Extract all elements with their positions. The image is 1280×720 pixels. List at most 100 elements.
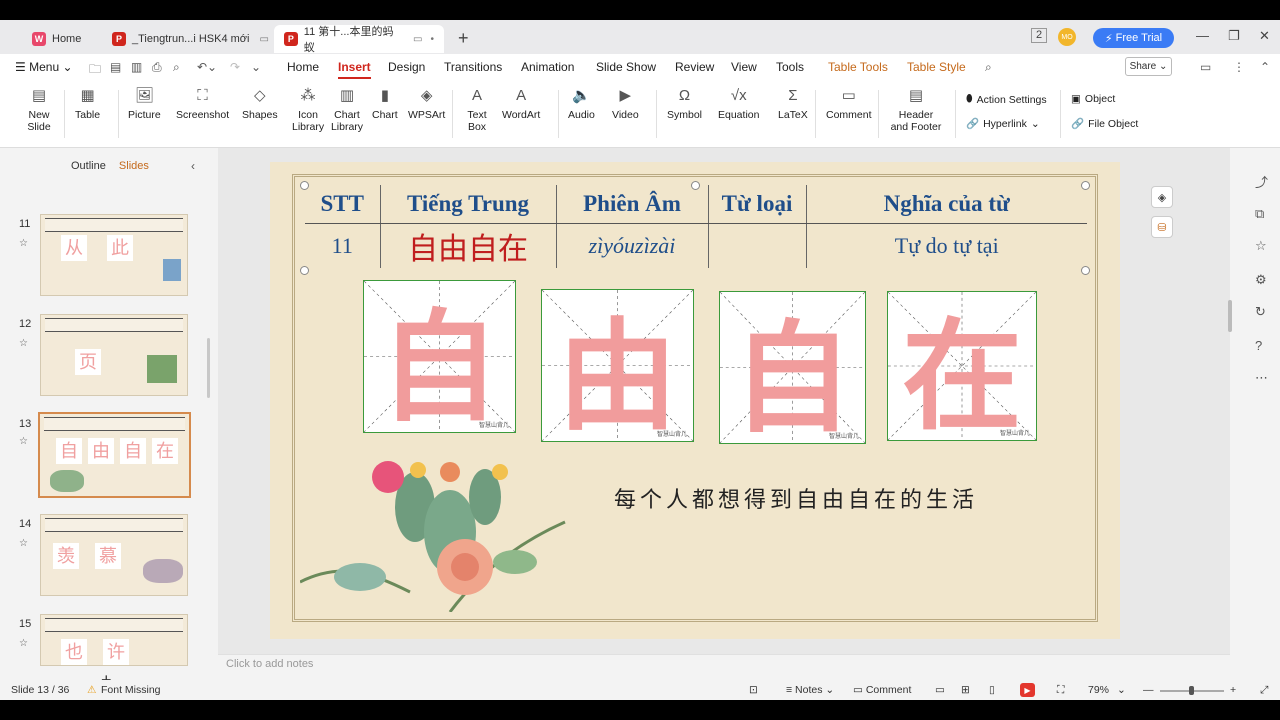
slide-thumbnail[interactable]: 也 许 bbox=[40, 614, 188, 666]
collapse-panel-icon[interactable]: ‹ bbox=[191, 159, 195, 173]
fit-window-icon[interactable]: ⤢ bbox=[1260, 684, 1268, 697]
menu-item-transitions[interactable]: Transitions bbox=[444, 60, 502, 74]
arrow-icon[interactable]: ⤴ bbox=[1255, 172, 1268, 191]
selection-handle[interactable] bbox=[300, 181, 309, 190]
star-icon[interactable]: ☆ bbox=[19, 338, 28, 349]
more-icon[interactable]: ⋯ bbox=[1255, 370, 1268, 386]
cell-meaning[interactable]: Tự do tự tại bbox=[805, 223, 1087, 268]
menu-item-tools[interactable]: Tools bbox=[776, 60, 804, 74]
equation-button[interactable]: √x Equation bbox=[718, 86, 759, 121]
star-icon[interactable]: ☆ bbox=[1255, 238, 1267, 254]
play-slideshow-button[interactable]: ▶ bbox=[1020, 683, 1035, 697]
notes-toggle[interactable]: ≡ Notes ⌄ bbox=[786, 684, 834, 696]
wordart-button[interactable]: A WordArt bbox=[502, 86, 540, 121]
avatar[interactable]: MO bbox=[1058, 28, 1076, 46]
copy-icon[interactable]: ⧉ bbox=[1255, 206, 1264, 222]
fit-slide-icon[interactable]: ⊡ bbox=[749, 684, 758, 696]
menu-item-design[interactable]: Design bbox=[388, 60, 425, 74]
character-grid-box[interactable]: 自 智慧山背儿 bbox=[363, 280, 516, 433]
action-settings-button[interactable]: ⬮ Action Settings bbox=[966, 93, 1047, 106]
picture-button[interactable]: 🖼 Picture bbox=[128, 86, 161, 121]
shapes-button[interactable]: ◇ Shapes bbox=[242, 86, 278, 121]
text-box-button[interactable]: A Text Box bbox=[463, 86, 491, 133]
tab-home[interactable]: W Home bbox=[22, 25, 91, 53]
menu-item-animation[interactable]: Animation bbox=[521, 60, 574, 74]
comment-button[interactable]: ▭ Comment bbox=[826, 86, 872, 121]
slide-thumbnail[interactable]: 页 bbox=[40, 314, 188, 396]
format-painter-icon[interactable]: ⛁ bbox=[1151, 216, 1173, 238]
slide-sorter-icon[interactable]: ⊞ bbox=[961, 684, 970, 696]
slide-thumbnail[interactable]: 从 此 bbox=[40, 214, 188, 296]
screenshot-button[interactable]: ⛶ Screenshot bbox=[176, 86, 229, 121]
zoom-slider-knob[interactable] bbox=[1189, 686, 1194, 695]
canvas-scrollbar[interactable] bbox=[1228, 300, 1232, 332]
menu-item-review[interactable]: Review bbox=[675, 60, 714, 74]
menu-item-view[interactable]: View bbox=[731, 60, 757, 74]
menu-item-slide-show[interactable]: Slide Show bbox=[596, 60, 656, 74]
object-button[interactable]: ▣ Object bbox=[1071, 93, 1115, 105]
save-icon[interactable]: ▤ bbox=[110, 60, 121, 74]
close-icon[interactable]: ✕ bbox=[1259, 28, 1270, 44]
menu-item-insert[interactable]: Insert bbox=[338, 60, 371, 79]
tab-active-document[interactable]: P 11 第十...本里的蚂蚁 ▭ • bbox=[274, 25, 444, 54]
example-sentence[interactable]: 每个人都想得到自由自在的生活 bbox=[614, 482, 978, 514]
tab-document-hsk4[interactable]: P _Tiengtrun...i HSK4 mới ▭ bbox=[102, 25, 279, 53]
selection-handle[interactable] bbox=[300, 266, 309, 275]
icon-library-button[interactable]: ⁂ Icon Library bbox=[292, 86, 324, 133]
chart-button[interactable]: ▮ Chart bbox=[372, 86, 398, 121]
menu-item-table-tools[interactable]: Table Tools bbox=[828, 60, 888, 74]
symbol-button[interactable]: Ω Symbol bbox=[667, 86, 702, 121]
layers-icon[interactable]: ◈ bbox=[1151, 186, 1173, 208]
notes-area[interactable]: Click to add notes bbox=[218, 654, 1230, 680]
character-grid-box[interactable]: 由 智慧山背儿 bbox=[541, 289, 694, 442]
cell-chinese[interactable]: 自由自在 bbox=[379, 223, 556, 268]
font-missing-status[interactable]: Font Missing bbox=[101, 684, 161, 696]
hyperlink-button[interactable]: 🔗 Hyperlink ⌄ bbox=[966, 117, 1040, 131]
chart-library-button[interactable]: ▥ Chart Library bbox=[330, 86, 364, 133]
header-footer-button[interactable]: ▤ Header and Footer bbox=[889, 86, 943, 133]
workspace-icon[interactable]: 2 bbox=[1031, 28, 1047, 43]
search-icon[interactable]: ⌕ bbox=[985, 60, 992, 75]
menu-item-table-style[interactable]: Table Style bbox=[907, 60, 966, 74]
more-dropdown-icon[interactable]: ⌄ bbox=[251, 60, 261, 74]
free-trial-button[interactable]: ⚡ Free Trial bbox=[1093, 28, 1174, 48]
star-icon[interactable]: ☆ bbox=[19, 638, 28, 649]
star-icon[interactable]: ☆ bbox=[19, 538, 28, 549]
zoom-out-icon[interactable]: — bbox=[1143, 684, 1154, 696]
file-object-button[interactable]: 🔗 File Object bbox=[1071, 117, 1138, 131]
minimize-icon[interactable]: — bbox=[1196, 28, 1209, 43]
settings-sliders-icon[interactable]: ⚙ bbox=[1255, 272, 1267, 288]
print-icon[interactable]: ⎙ bbox=[152, 60, 162, 75]
character-grid-box[interactable]: 在 智慧山背儿 bbox=[887, 291, 1037, 441]
audio-button[interactable]: 🔈 Audio bbox=[568, 86, 595, 121]
character-grid-box[interactable]: 自 智慧山背儿 bbox=[719, 291, 866, 444]
share-button[interactable]: Share ⌄ bbox=[1125, 57, 1172, 76]
tab-outline[interactable]: Outline bbox=[71, 160, 106, 172]
open-folder-icon[interactable]: 🗀 bbox=[89, 60, 101, 81]
history-icon[interactable]: ↻ bbox=[1255, 304, 1266, 320]
redo-icon[interactable]: ↷ bbox=[230, 60, 240, 74]
selection-handle[interactable] bbox=[691, 181, 700, 190]
video-button[interactable]: ▶ Video bbox=[612, 86, 639, 121]
zoom-level[interactable]: 79% bbox=[1088, 684, 1109, 696]
undo-icon[interactable]: ↶⌄ bbox=[197, 60, 217, 74]
restore-icon[interactable]: ❐ bbox=[1228, 28, 1240, 44]
print-preview-icon[interactable]: ⌕ bbox=[173, 60, 180, 75]
export-icon[interactable]: ▥ bbox=[131, 60, 142, 74]
new-slide-button[interactable]: ▤ New Slide bbox=[24, 86, 54, 133]
tab-slides[interactable]: Slides bbox=[119, 160, 149, 172]
menu-button[interactable]: ☰ Menu ⌄ bbox=[15, 60, 73, 74]
selection-handle[interactable] bbox=[1081, 266, 1090, 275]
cell-word-type[interactable] bbox=[707, 223, 806, 268]
new-tab-button[interactable]: + bbox=[458, 28, 469, 49]
reading-view-icon[interactable]: ▯ bbox=[989, 684, 995, 696]
latex-button[interactable]: Σ LaTeX bbox=[778, 86, 808, 121]
wpsart-button[interactable]: ◈ WPSArt bbox=[408, 86, 445, 121]
slide-thumbnail[interactable]: 羡 慕 bbox=[40, 514, 188, 596]
panel-scrollbar[interactable] bbox=[207, 338, 210, 398]
menu-item-home[interactable]: Home bbox=[287, 60, 319, 74]
zoom-in-icon[interactable]: + bbox=[1230, 684, 1236, 696]
star-icon[interactable]: ☆ bbox=[19, 436, 28, 447]
help-icon[interactable]: ? bbox=[1255, 338, 1262, 353]
selection-handle[interactable] bbox=[1081, 181, 1090, 190]
